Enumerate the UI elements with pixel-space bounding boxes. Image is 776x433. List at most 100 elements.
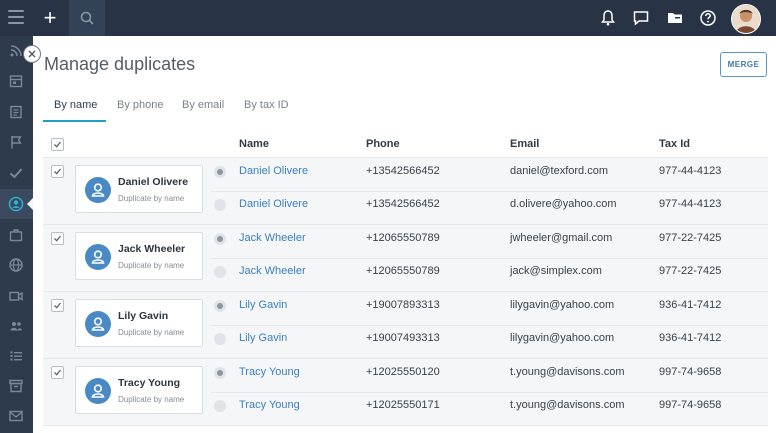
merge-button[interactable]: MERGE (720, 52, 767, 77)
card-name: Tracy Young (118, 377, 181, 389)
phone-cell: +13542566452 (366, 198, 440, 210)
record-radio[interactable] (214, 266, 226, 278)
row-divider (211, 258, 768, 259)
card-name: Daniel Olivere (118, 176, 189, 188)
close-icon (28, 50, 36, 58)
email-cell: t.young@davisons.com (510, 399, 625, 411)
card-name: Lily Gavin (118, 310, 169, 322)
column-header-tax-id[interactable]: Tax Id (659, 138, 690, 150)
group-checkbox[interactable] (51, 232, 64, 245)
bell-icon[interactable] (599, 9, 617, 27)
briefcase-icon[interactable] (8, 227, 24, 243)
users-icon[interactable] (8, 318, 24, 334)
email-cell: lilygavin@yahoo.com (510, 299, 615, 311)
help-icon[interactable] (699, 9, 717, 27)
primary-record-radio[interactable] (214, 166, 226, 178)
tax-id-cell: 977-44-4123 (659, 198, 722, 210)
contact-icon[interactable] (8, 196, 24, 212)
check-mark-icon (54, 141, 62, 148)
card-subtitle: Duplicate by name (118, 261, 185, 270)
group-checkbox[interactable] (51, 165, 64, 178)
duplicate-group: Lily Gavin Duplicate by name Lily Gavin … (43, 292, 768, 359)
record-radio[interactable] (214, 400, 226, 412)
primary-record-radio[interactable] (214, 367, 226, 379)
person-avatar (85, 177, 111, 203)
contact-name-link[interactable]: Jack Wheeler (239, 232, 306, 244)
sidebar (0, 36, 34, 433)
select-all-checkbox[interactable] (51, 138, 64, 151)
tab-by-phone[interactable]: By phone (117, 99, 163, 111)
list-icon[interactable] (8, 348, 24, 364)
menu-icon[interactable] (8, 10, 24, 26)
group-checkbox[interactable] (51, 299, 64, 312)
tab-by-tax-id[interactable]: By tax ID (244, 99, 289, 111)
table-header: Name Phone Email Tax Id (43, 131, 768, 158)
document-icon[interactable] (8, 104, 24, 120)
top-bar: + (0, 0, 776, 36)
folder-icon[interactable] (666, 9, 684, 27)
contact-name-link[interactable]: Lily Gavin (239, 299, 287, 311)
person-icon (91, 183, 105, 197)
column-header-phone[interactable]: Phone (366, 138, 400, 150)
duplicate-card: Daniel Olivere Duplicate by name (75, 165, 203, 213)
tax-id-cell: 977-44-4123 (659, 165, 722, 177)
person-icon (91, 250, 105, 264)
contact-name-link[interactable]: Daniel Olivere (239, 198, 308, 210)
phone-cell: +19007493313 (366, 332, 440, 344)
rss-icon[interactable] (8, 43, 24, 59)
plus-icon[interactable]: + (33, 0, 67, 36)
tax-id-cell: 997-74-9658 (659, 399, 722, 411)
calendar-icon[interactable] (8, 73, 24, 89)
check-mark-icon (54, 168, 62, 175)
email-cell: lilygavin@yahoo.com (510, 332, 615, 344)
person-avatar (85, 378, 111, 404)
phone-cell: +12065550789 (366, 265, 440, 277)
contact-name-link[interactable]: Tracy Young (239, 366, 300, 378)
contact-name-link[interactable]: Tracy Young (239, 399, 300, 411)
video-icon[interactable] (8, 288, 24, 304)
tab-by-name[interactable]: By name (54, 99, 97, 111)
duplicate-group: Daniel Olivere Duplicate by name Daniel … (43, 158, 768, 225)
row-divider (211, 191, 768, 192)
group-checkbox[interactable] (51, 366, 64, 379)
card-name: Jack Wheeler (118, 243, 186, 255)
mail-icon[interactable] (8, 408, 24, 424)
primary-record-radio[interactable] (214, 233, 226, 245)
record-radio[interactable] (214, 333, 226, 345)
person-icon (91, 317, 105, 331)
email-cell: jack@simplex.com (510, 265, 602, 277)
email-cell: jwheeler@gmail.com (510, 232, 613, 244)
email-cell: daniel@texford.com (510, 165, 608, 177)
check-mark-icon (54, 235, 62, 242)
flag-icon[interactable] (8, 134, 24, 150)
primary-record-radio[interactable] (214, 300, 226, 312)
tax-id-cell: 936-41-7412 (659, 299, 722, 311)
tab-by-email[interactable]: By email (182, 99, 224, 111)
phone-cell: +19007893313 (366, 299, 440, 311)
row-divider (211, 392, 768, 393)
check-icon[interactable] (8, 165, 24, 181)
contact-name-link[interactable]: Lily Gavin (239, 332, 287, 344)
tax-id-cell: 977-22-7425 (659, 265, 722, 277)
record-radio[interactable] (214, 199, 226, 211)
tax-id-cell: 936-41-7412 (659, 332, 722, 344)
duplicate-group: Tracy Young Duplicate by name Tracy Youn… (43, 359, 768, 426)
archive-icon[interactable] (8, 378, 24, 394)
duplicate-card: Lily Gavin Duplicate by name (75, 299, 203, 347)
globe-icon[interactable] (8, 257, 24, 273)
row-divider (211, 325, 768, 326)
person-icon (91, 384, 105, 398)
contact-name-link[interactable]: Daniel Olivere (239, 165, 308, 177)
phone-cell: +12065550789 (366, 232, 440, 244)
person-avatar (85, 244, 111, 270)
user-avatar[interactable] (731, 4, 761, 34)
column-header-email[interactable]: Email (510, 138, 539, 150)
contact-name-link[interactable]: Jack Wheeler (239, 265, 306, 277)
column-header-name[interactable]: Name (239, 138, 269, 150)
chat-icon[interactable] (632, 9, 650, 27)
check-mark-icon (54, 302, 62, 309)
phone-cell: +13542566452 (366, 165, 440, 177)
check-mark-icon (54, 369, 62, 376)
search-button[interactable] (69, 0, 105, 36)
close-button[interactable] (23, 45, 41, 63)
